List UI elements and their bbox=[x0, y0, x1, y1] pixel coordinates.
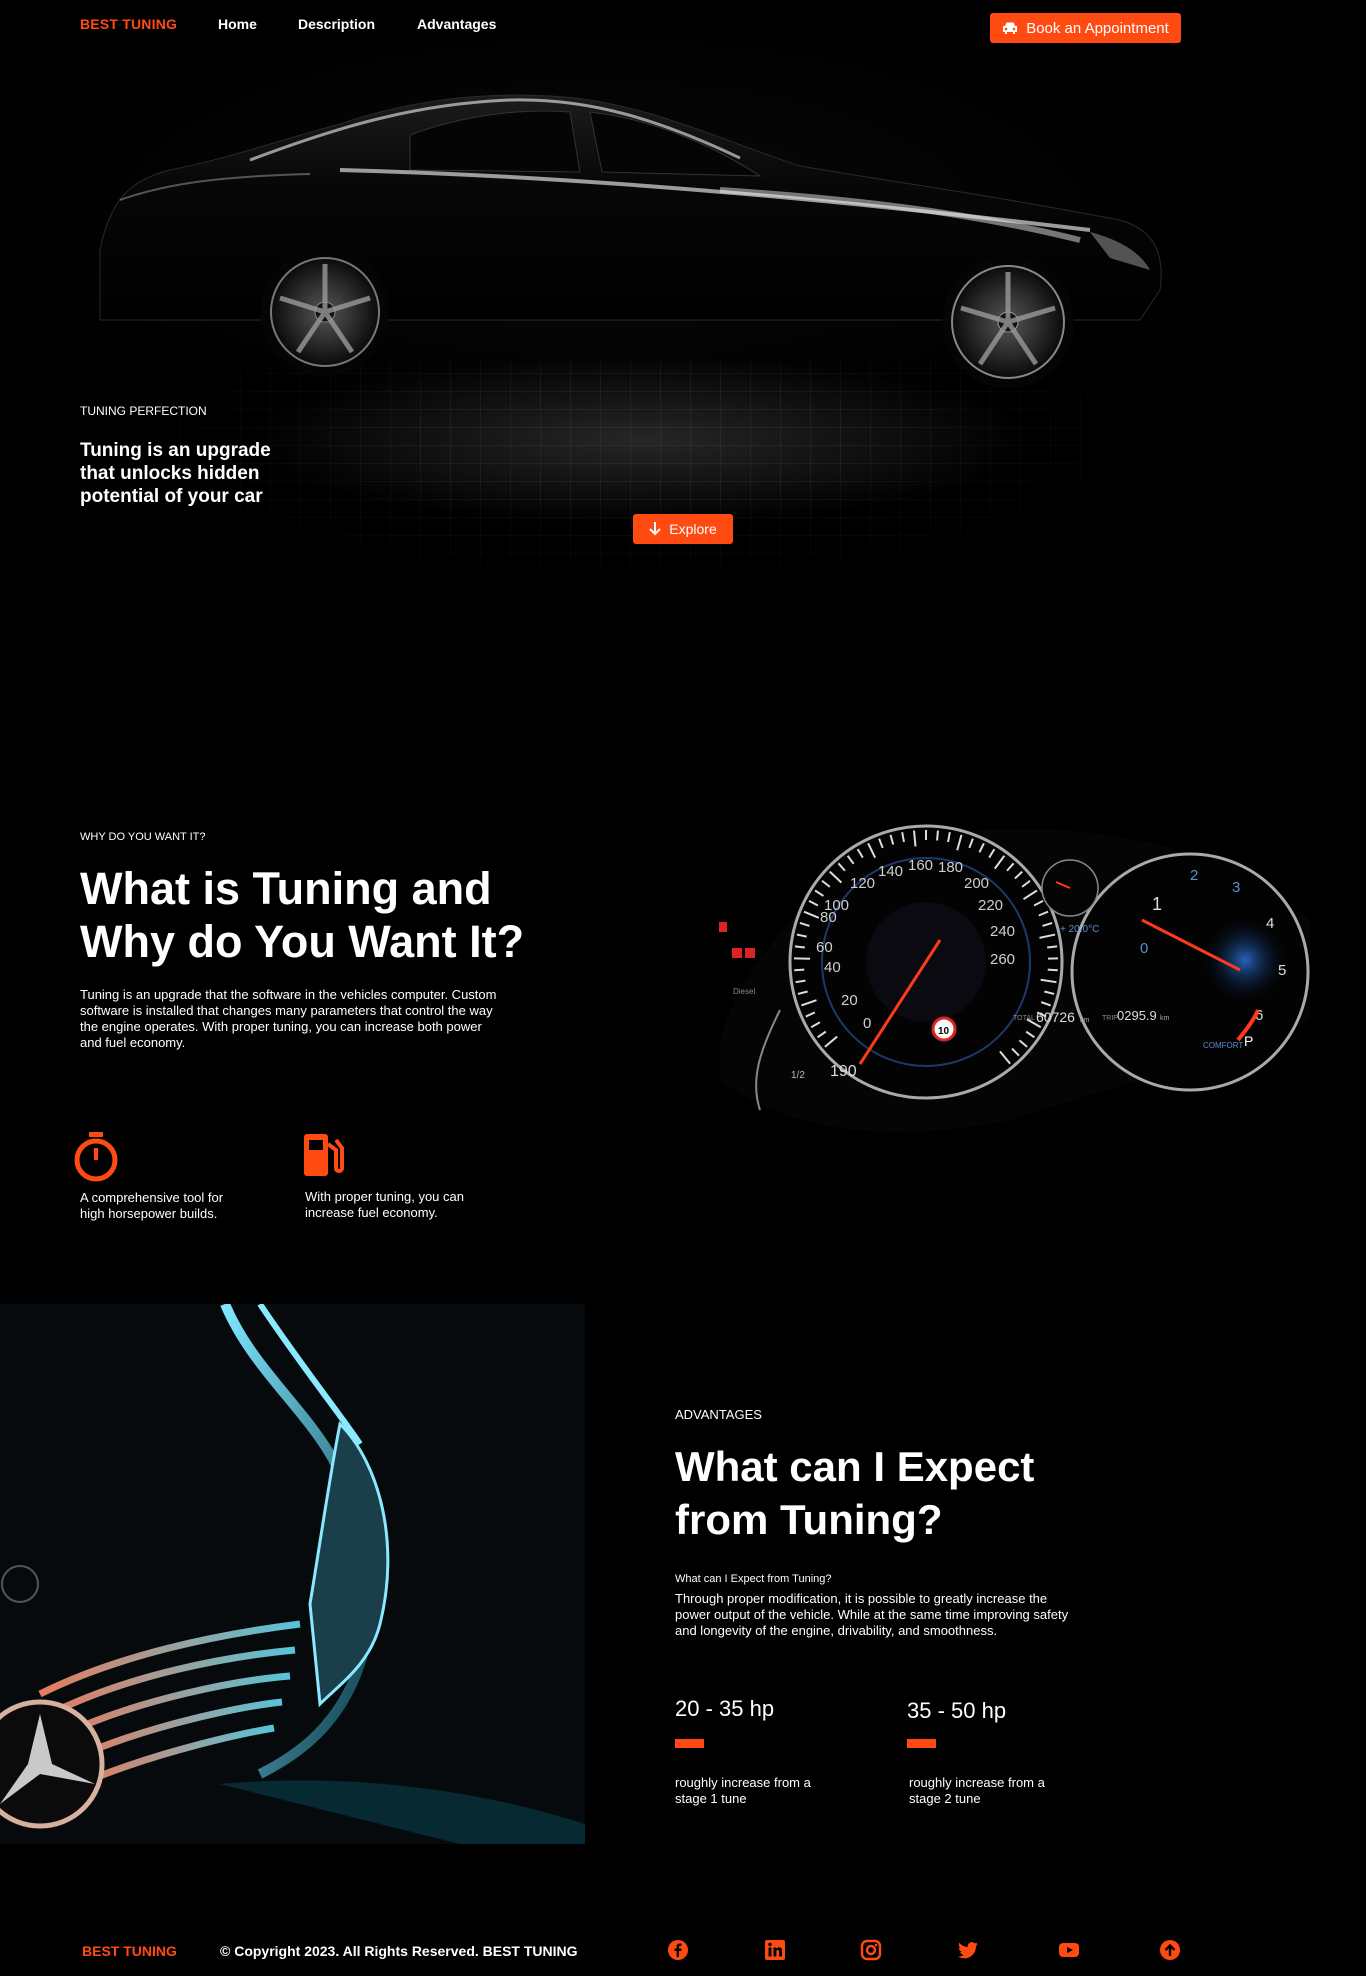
arrow-down-icon bbox=[649, 522, 661, 536]
book-appointment-label: Book an Appointment bbox=[1026, 19, 1169, 37]
mercedes-grille-image bbox=[0, 1304, 585, 1844]
fuel-label: Diesel bbox=[733, 987, 755, 996]
hero-section: TUNING PERFECTION Tuning is an upgrade t… bbox=[0, 0, 1366, 600]
total-label: TOTAL bbox=[1013, 1015, 1035, 1022]
odometer-total: 60726 bbox=[1036, 1009, 1075, 1025]
speed-tick-label: 220 bbox=[978, 897, 1003, 914]
linkedin-icon[interactable] bbox=[764, 1939, 786, 1961]
facebook-icon[interactable] bbox=[667, 1939, 689, 1961]
gear-indicator: P bbox=[1244, 1033, 1253, 1049]
advantages-subtitle: What can I Expect from Tuning? bbox=[675, 1573, 832, 1585]
stopwatch-icon bbox=[74, 1132, 118, 1182]
speed-tick-label: 260 bbox=[990, 951, 1015, 968]
explore-button[interactable]: Explore bbox=[633, 514, 733, 544]
odometer-unit: km bbox=[1080, 1017, 1090, 1024]
dashboard-gauge-image: 0 20 40 60 80 100 120 140 160 180 200 22… bbox=[719, 824, 1310, 1132]
twitter-icon[interactable] bbox=[957, 1939, 979, 1961]
why-body: Tuning is an upgrade that the software i… bbox=[80, 987, 497, 1050]
range-value: 190 bbox=[830, 1063, 857, 1080]
hero-title: Tuning is an upgrade that unlocks hidden… bbox=[80, 440, 271, 507]
footer-copyright: © Copyright 2023. All Rights Reserved. B… bbox=[220, 1943, 578, 1959]
stat-stage2-bar bbox=[907, 1739, 936, 1748]
stat-stage2-value: 35 - 50 hp bbox=[907, 1698, 1007, 1723]
why-eyebrow: WHY DO YOU WANT IT? bbox=[80, 831, 206, 843]
speed-tick-label: 160 bbox=[908, 857, 933, 874]
rpm-tick-label: 1 bbox=[1152, 894, 1162, 914]
trip-unit: km bbox=[1160, 1015, 1170, 1022]
rpm-tick-label: 2 bbox=[1190, 867, 1198, 884]
half-fuel-label: 1/2 bbox=[791, 1070, 805, 1081]
top-nav: BEST TUNING Home Description Advantages … bbox=[0, 0, 1366, 50]
book-appointment-button[interactable]: Book an Appointment bbox=[990, 13, 1181, 43]
brand-logo[interactable]: BEST TUNING bbox=[80, 16, 177, 32]
stat-stage1-desc: roughly increase from a stage 1 tune bbox=[675, 1775, 811, 1806]
speed-tick-label: 60 bbox=[816, 939, 833, 956]
speed-tick-label: 120 bbox=[850, 875, 875, 892]
speed-tick-mark bbox=[936, 830, 939, 841]
stat-stage2-desc: roughly increase from a stage 2 tune bbox=[909, 1775, 1045, 1806]
advantages-eyebrow: ADVANTAGES bbox=[675, 1407, 762, 1422]
nav-home-link[interactable]: Home bbox=[218, 16, 257, 32]
speed-tick-label: 180 bbox=[938, 859, 963, 876]
speed-tick-mark bbox=[794, 945, 805, 949]
feature-horsepower-text: A comprehensive tool for high horsepower… bbox=[80, 1190, 224, 1221]
speed-tick-label: 100 bbox=[824, 897, 849, 914]
speed-tick-label: 240 bbox=[990, 923, 1015, 940]
drive-mode: COMFORT bbox=[1203, 1041, 1243, 1050]
temperature-readout: + 20.0°C bbox=[1060, 924, 1099, 935]
speed-tick-mark bbox=[794, 968, 805, 972]
advantages-title: What can I Expect from Tuning? bbox=[675, 1443, 1035, 1543]
trip-label: TRIP bbox=[1102, 1015, 1118, 1022]
hero-car-image bbox=[99, 94, 1162, 388]
speed-tick-mark bbox=[1047, 945, 1058, 949]
why-title: What is Tuning and Why do You Want It? bbox=[80, 863, 525, 967]
instagram-icon[interactable] bbox=[860, 1939, 882, 1961]
odometer-trip: 0295.9 bbox=[1117, 1008, 1157, 1023]
youtube-icon[interactable] bbox=[1058, 1939, 1080, 1961]
speed-tick-label: 0 bbox=[863, 1015, 871, 1032]
speed-tick-mark bbox=[1047, 968, 1058, 972]
stat-stage1-bar bbox=[675, 1739, 704, 1748]
car-icon bbox=[1003, 22, 1018, 34]
advantages-body: Through proper modification, it is possi… bbox=[675, 1591, 1069, 1638]
hero-eyebrow: TUNING PERFECTION bbox=[80, 404, 207, 418]
speed-tick-label: 200 bbox=[964, 875, 989, 892]
nav-advantages-link[interactable]: Advantages bbox=[417, 16, 496, 32]
rpm-tick-label: 5 bbox=[1278, 962, 1286, 979]
feature-fuel-economy-text: With proper tuning, you can increase fue… bbox=[305, 1189, 464, 1220]
speed-tick-label: 140 bbox=[878, 863, 903, 880]
explore-label: Explore bbox=[669, 521, 717, 537]
rpm-tick-label: 3 bbox=[1232, 879, 1240, 896]
nav-description-link[interactable]: Description bbox=[298, 16, 375, 32]
rpm-tick-label: 0 bbox=[1140, 940, 1148, 957]
speed-limit-sign: 10 bbox=[938, 1026, 950, 1037]
speed-tick-label: 40 bbox=[824, 959, 841, 976]
rpm-tick-label: 4 bbox=[1266, 915, 1274, 932]
stat-stage1-value: 20 - 35 hp bbox=[675, 1696, 775, 1721]
footer-brand[interactable]: BEST TUNING bbox=[82, 1943, 177, 1959]
speed-tick-label: 20 bbox=[841, 992, 858, 1009]
fuel-pump-icon bbox=[304, 1134, 344, 1176]
arrow-up-circle-icon[interactable] bbox=[1159, 1939, 1181, 1961]
